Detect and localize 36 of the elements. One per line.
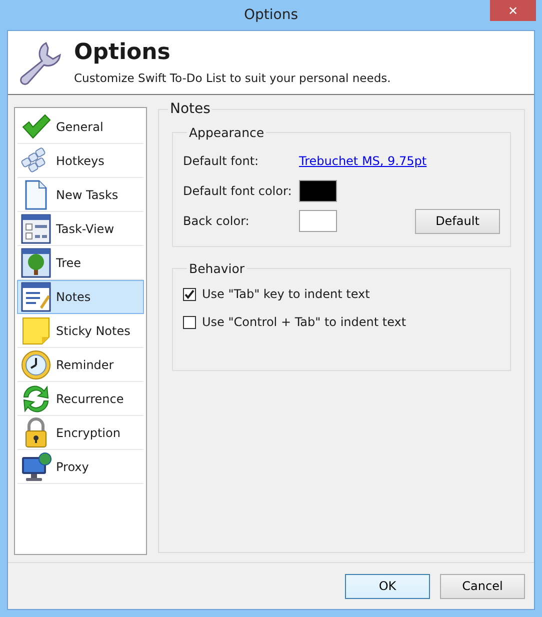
category-icon	[20, 247, 52, 279]
category-icon	[20, 349, 52, 381]
group-title: Appearance	[188, 125, 266, 140]
header-title: Options	[74, 40, 172, 66]
dialog-button[interactable]: Cancel	[440, 574, 525, 598]
field-label: Default font color:	[183, 184, 293, 198]
category-item[interactable]: Hotkeys	[17, 144, 144, 178]
category-item[interactable]: General	[17, 110, 144, 144]
category-item[interactable]: Notes	[17, 280, 144, 314]
category-icon	[20, 213, 52, 245]
category-item[interactable]: Sticky Notes	[17, 314, 144, 348]
header-subtitle: Customize Swift To-Do List to suit your personal needs.	[74, 71, 391, 85]
close-button[interactable]: ✕	[490, 0, 536, 21]
group-title: Behavior	[188, 261, 246, 276]
category-item[interactable]: Task-View	[17, 212, 144, 246]
category-item[interactable]: Proxy	[17, 450, 144, 484]
group-title: Notes	[169, 101, 212, 117]
category-item[interactable]: Reminder	[17, 348, 144, 382]
window-title: Options	[244, 7, 298, 23]
field-label: Back color:	[183, 214, 250, 228]
color-swatch[interactable]	[299, 210, 337, 232]
category-icon	[20, 281, 52, 313]
checkbox-label: Use "Control + Tab" to indent text	[202, 315, 406, 329]
color-swatch[interactable]	[299, 180, 337, 202]
font-link[interactable]: Trebuchet MS, 9.75pt	[299, 154, 427, 168]
category-item[interactable]: Recurrence	[17, 382, 144, 416]
dialog-button[interactable]: OK	[345, 574, 430, 598]
default-button[interactable]: Default	[415, 208, 500, 234]
category-icon	[20, 315, 52, 347]
category-item[interactable]: Encryption	[17, 416, 144, 450]
category-icon	[20, 451, 52, 483]
checkbox[interactable]	[183, 288, 196, 300]
category-item[interactable]: New Tasks	[17, 178, 144, 212]
field-label: Default font:	[183, 154, 260, 168]
checkbox[interactable]	[183, 316, 196, 328]
checkbox-label: Use "Tab" key to indent text	[202, 287, 370, 301]
